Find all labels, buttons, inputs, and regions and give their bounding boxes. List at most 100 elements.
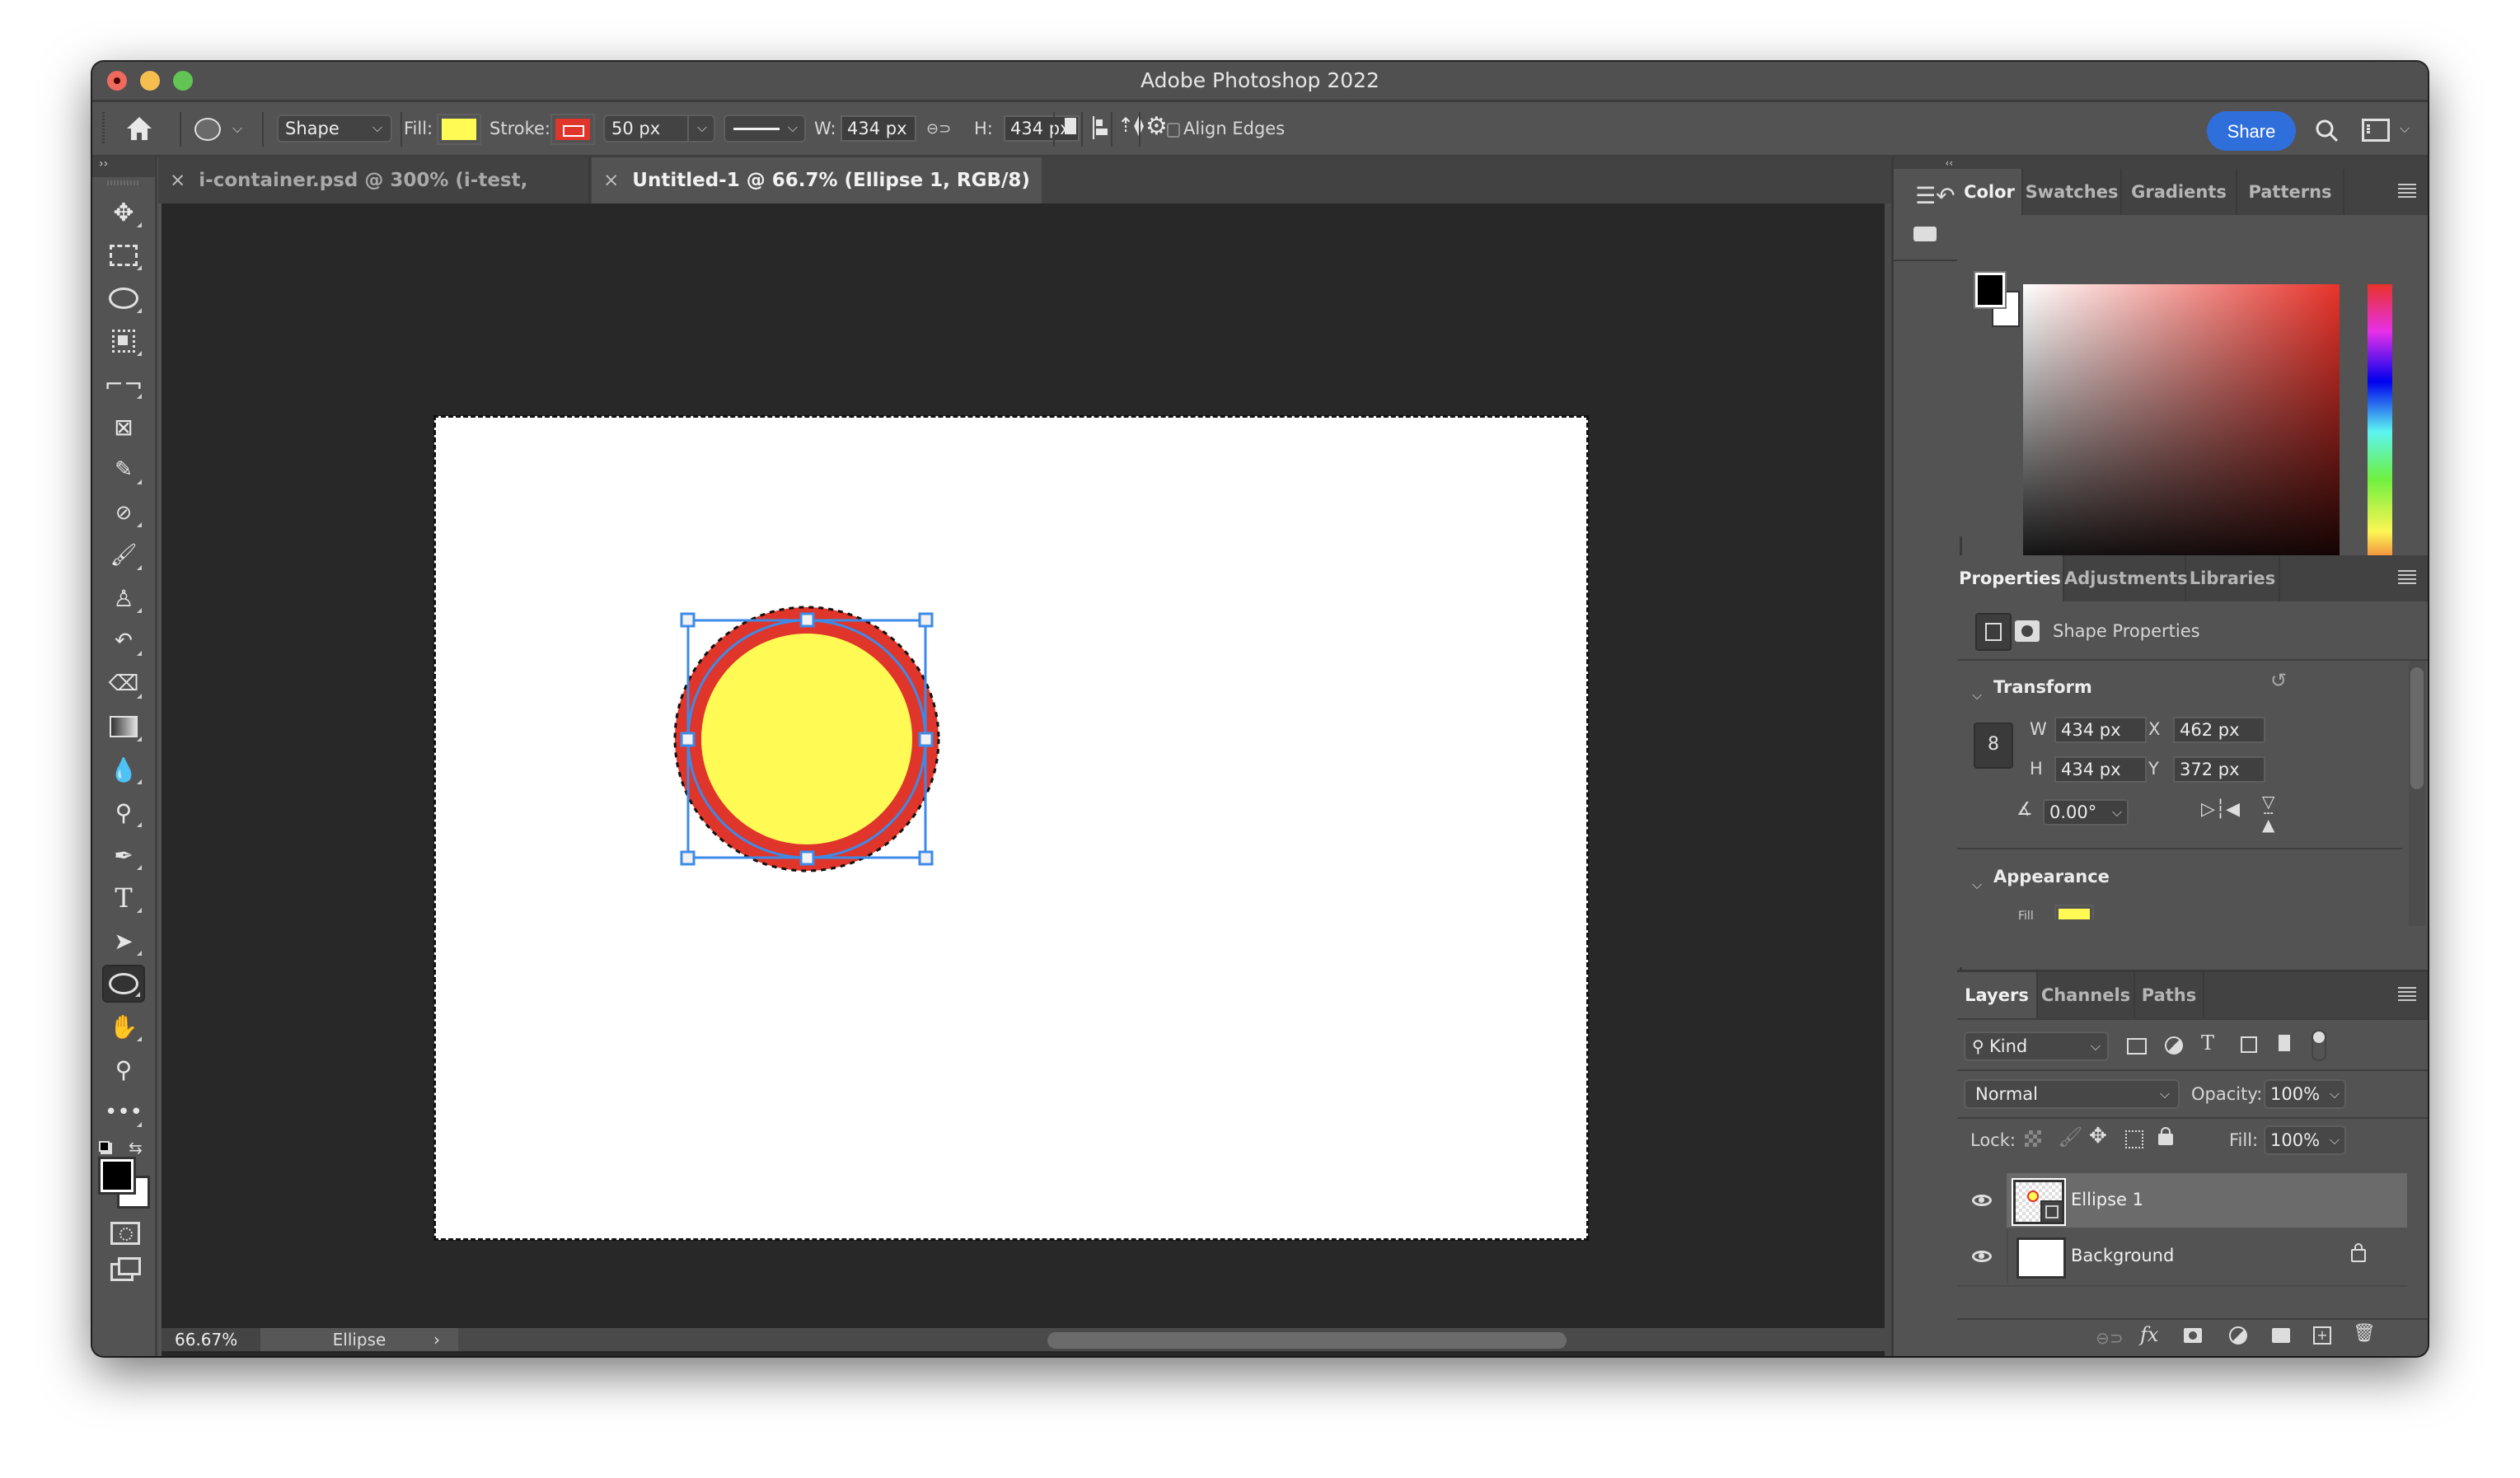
mask-icon[interactable]	[2015, 620, 2040, 642]
ellipse-tool[interactable]	[102, 965, 145, 1003]
stroke-width-field[interactable]: 50 px ⌵	[603, 115, 715, 143]
layer-name[interactable]: Ellipse 1	[2071, 1190, 2143, 1209]
workspace-chevron-icon[interactable]: ⌵	[2400, 120, 2410, 137]
rectangular-marquee-tool[interactable]	[102, 236, 145, 274]
tab-swatches[interactable]: Swatches	[2023, 169, 2122, 215]
fx-icon[interactable]: fx	[2140, 1323, 2158, 1346]
prop-y-input[interactable]: 372 px	[2173, 756, 2265, 783]
color-foreground-swatch[interactable]	[1974, 271, 2007, 309]
new-layer-icon[interactable]: +	[2313, 1326, 2331, 1345]
layer-row[interactable]: Ellipse 1	[1957, 1173, 2407, 1228]
lock-position-icon[interactable]: ✥	[2089, 1124, 2107, 1148]
path-selection-tool[interactable]: ➤	[102, 922, 145, 960]
appearance-collapse-icon[interactable]: ⌵	[1972, 877, 1982, 893]
collapse-panels-icon[interactable]: ‹‹	[1894, 157, 1960, 169]
object-selection-tool[interactable]	[102, 322, 145, 360]
lasso-tool[interactable]	[102, 279, 145, 317]
tab-patterns[interactable]: Patterns	[2237, 169, 2344, 215]
history-brush-tool[interactable]: ↶	[102, 622, 145, 660]
appearance-fill-swatch[interactable]	[2054, 905, 2094, 919]
tab-gradients[interactable]: Gradients	[2122, 169, 2237, 215]
layer-name[interactable]: Background	[2071, 1246, 2174, 1265]
lock-all-icon[interactable]	[2158, 1127, 2173, 1145]
comments-icon[interactable]	[1913, 227, 1937, 241]
ellipse-tool-icon[interactable]	[194, 118, 221, 141]
hand-tool[interactable]: ✋	[102, 1008, 145, 1045]
close-tab-icon[interactable]: ×	[170, 170, 185, 191]
layer-row[interactable]: Background	[1957, 1229, 2407, 1284]
prop-x-input[interactable]: 462 px	[2173, 717, 2265, 743]
filter-smart-object-icon[interactable]	[2279, 1035, 2290, 1051]
reset-transform-icon[interactable]: ↺	[2270, 669, 2287, 692]
search-icon[interactable]	[2315, 119, 2340, 143]
add-mask-icon[interactable]	[2184, 1328, 2202, 1343]
ellipse-shape-layer[interactable]	[434, 416, 1588, 1240]
tab-i-container[interactable]: ×i-container.psd @ 300% (i-test, RGB/8#)…	[158, 157, 590, 237]
edit-toolbar-button[interactable]: •••	[102, 1093, 145, 1131]
quick-mask-icon[interactable]	[110, 1222, 140, 1245]
color-picker-field[interactable]	[2018, 284, 2340, 584]
tab-paths[interactable]: Paths	[2135, 972, 2204, 1018]
trash-icon[interactable]: 🗑	[2353, 1323, 2376, 1344]
angle-input[interactable]: 0.00° ⌵	[2043, 799, 2129, 826]
lock-artboard-icon[interactable]	[2125, 1130, 2143, 1148]
prop-width-input[interactable]: 434 px	[2054, 717, 2147, 743]
share-button[interactable]: Share	[2207, 111, 2296, 151]
eyedropper-tool[interactable]: ✎	[102, 451, 145, 489]
stroke-style-select[interactable]: ⌵	[724, 115, 806, 143]
stroke-swatch[interactable]	[550, 114, 595, 145]
status-menu-arrow-icon[interactable]: ›	[433, 1328, 440, 1351]
horizontal-scroll-thumb[interactable]	[1047, 1332, 1567, 1349]
shape-transform-icon[interactable]	[1975, 613, 2012, 651]
crop-tool[interactable]: ⌐¬	[102, 365, 145, 403]
status-info[interactable]: Ellipse	[260, 1328, 458, 1351]
opacity-input[interactable]: 100% ⌵	[2264, 1079, 2346, 1109]
tab-properties[interactable]: Properties	[1957, 555, 2064, 601]
properties-scrollbar[interactable]	[2409, 661, 2425, 926]
eraser-tool[interactable]: ⌫	[102, 665, 145, 703]
tab-color[interactable]: Color	[1957, 169, 2023, 215]
flip-horizontal-icon[interactable]: ▷┆◀	[2201, 799, 2240, 820]
layer-filter-select[interactable]: ⚲ Kind ⌵	[1964, 1031, 2109, 1061]
swap-colors-icon[interactable]: ⇆	[129, 1138, 143, 1158]
close-tab-icon[interactable]: ×	[603, 170, 619, 191]
visibility-eye-icon[interactable]	[1972, 1195, 1992, 1206]
document-canvas[interactable]	[433, 415, 1589, 1241]
frame-tool[interactable]: ⊠	[102, 408, 145, 446]
lock-transparent-pixels-icon[interactable]	[2025, 1130, 2041, 1147]
visibility-eye-icon[interactable]	[1972, 1251, 1992, 1262]
tab-libraries[interactable]: Libraries	[2186, 555, 2280, 601]
layer-lock-icon[interactable]	[2351, 1243, 2366, 1262]
width-input[interactable]: 434 px	[841, 115, 916, 142]
expand-toolbar-icon[interactable]: ››	[92, 157, 155, 177]
canvas-area[interactable]	[162, 203, 1954, 1356]
flip-vertical-icon[interactable]: ▽ ┄ ▲	[2262, 793, 2274, 833]
prop-height-input[interactable]: 434 px	[2054, 756, 2147, 783]
filter-toggle[interactable]	[2312, 1030, 2326, 1061]
adjustment-layer-icon[interactable]	[2229, 1326, 2247, 1345]
link-layers-icon[interactable]: ⊖⊃	[2096, 1328, 2124, 1348]
drag-grip[interactable]	[102, 112, 105, 145]
default-colors-icon[interactable]	[99, 1141, 112, 1154]
gear-icon[interactable]: ⚙	[1145, 112, 1168, 141]
filter-pixel-icon[interactable]	[2127, 1038, 2147, 1055]
link-dimensions-icon[interactable]: ⊖⊃	[926, 120, 951, 138]
home-icon[interactable]	[125, 115, 153, 142]
history-icon[interactable]: ☰↶	[1915, 182, 1956, 209]
brush-tool[interactable]: 🖌	[102, 536, 145, 574]
path-alignment-icon[interactable]	[1093, 116, 1108, 139]
filter-type-icon[interactable]: T	[2201, 1031, 2214, 1055]
lock-image-pixels-icon[interactable]: 🖌	[2058, 1125, 2082, 1148]
align-edges-checkbox[interactable]	[1167, 123, 1180, 138]
gradient-tool[interactable]	[102, 708, 145, 746]
zoom-level[interactable]: 66.67%	[162, 1328, 260, 1351]
tab-adjustments[interactable]: Adjustments	[2064, 555, 2188, 601]
tab-untitled-1[interactable]: ×Untitled-1 @ 66.7% (Ellipse 1, RGB/8) *	[592, 157, 1042, 237]
path-operations-icon[interactable]	[1065, 118, 1076, 134]
screen-mode-icon[interactable]	[110, 1257, 141, 1281]
group-folder-icon[interactable]	[2272, 1328, 2290, 1343]
transform-collapse-icon[interactable]: ⌵	[1972, 687, 1982, 704]
fill-swatch[interactable]	[437, 114, 481, 145]
fill-opacity-input[interactable]: 100% ⌵	[2264, 1125, 2346, 1155]
move-tool[interactable]: ✥	[102, 194, 145, 232]
